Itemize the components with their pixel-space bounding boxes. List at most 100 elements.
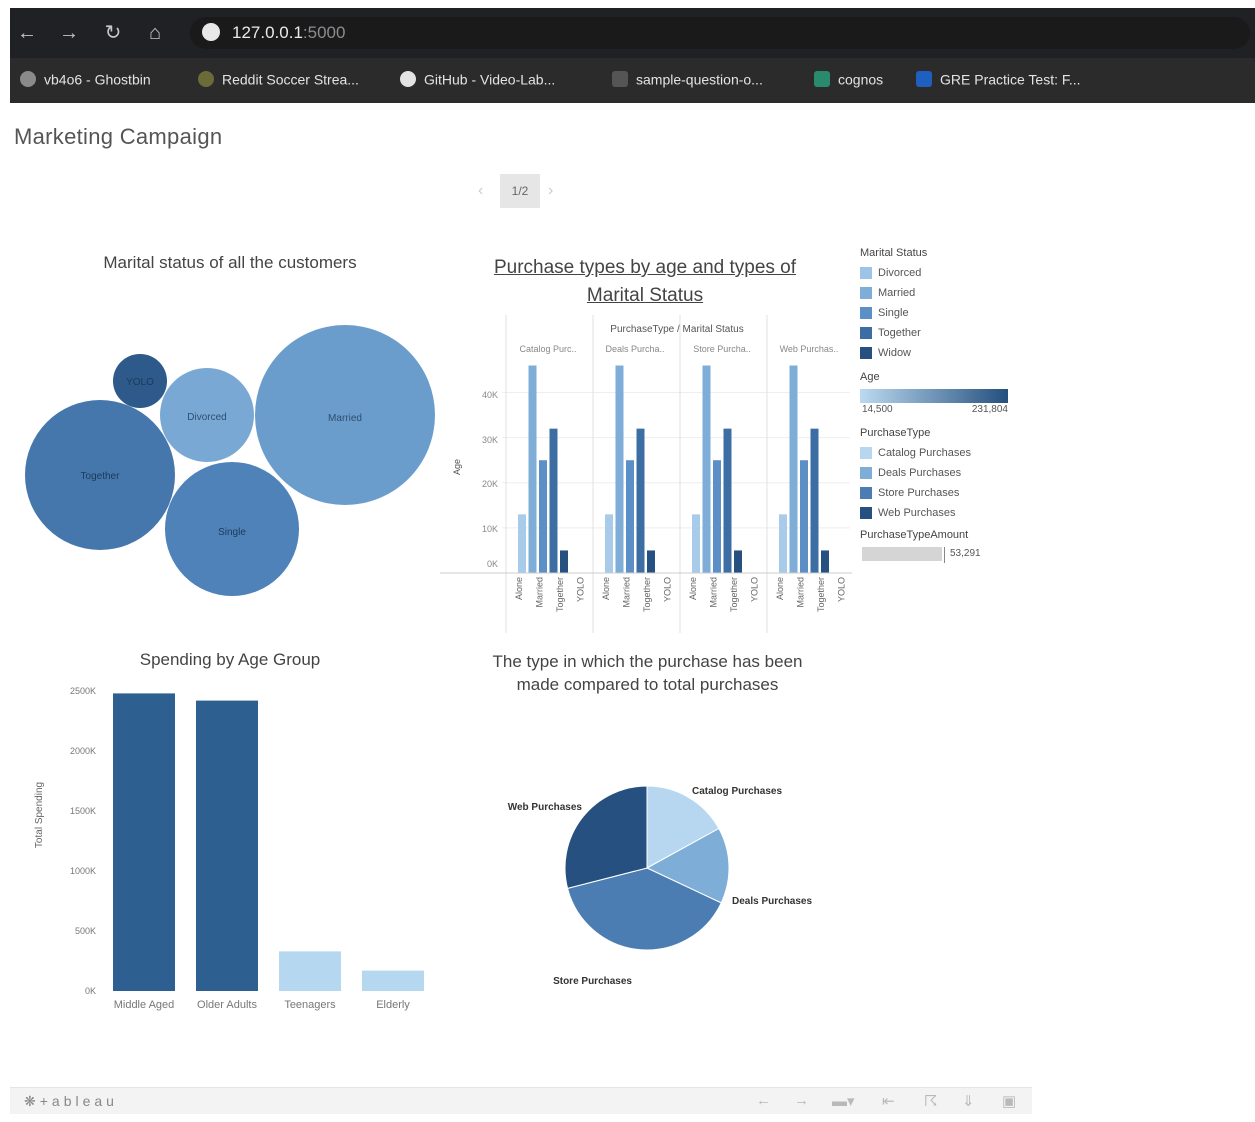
legend-marital-title: Marital Status [860, 247, 928, 259]
age-bar[interactable] [196, 700, 258, 991]
purchase-bar[interactable] [779, 514, 787, 573]
purchase-bar[interactable] [810, 428, 819, 573]
forward-arrow-icon[interactable]: → [58, 22, 80, 44]
legend-panel: Marital Status Divorced Married Single T… [860, 247, 1040, 563]
pie-slice-label: Web Purchases [508, 802, 583, 813]
page-icon [612, 71, 628, 88]
address-toolbar: ← → ↻ ⌂ 127.0.0.1:5000 [10, 8, 1255, 58]
age-bar[interactable] [362, 970, 424, 991]
purchase-bar[interactable] [549, 428, 558, 573]
purchase-pie-chart: Catalog Purchases Deals Purchases Store Pu… [508, 785, 812, 987]
bookmark-cognos[interactable]: cognos [814, 70, 883, 92]
purchase-category-label: YOLO [750, 577, 760, 602]
download-icon[interactable]: ⇓ [962, 1092, 975, 1110]
legend-swatch [860, 447, 872, 460]
age-bar[interactable] [279, 951, 341, 991]
purchase-bar[interactable] [626, 460, 634, 573]
legend-age-gradient [860, 389, 1008, 403]
legend-ptype-web[interactable]: Web Purchases [860, 503, 1040, 523]
age-ytick: 1500K [70, 806, 96, 816]
purchase-ytick-0: 0K [487, 559, 498, 569]
age-ylabel: Total Spending [34, 782, 45, 848]
legend-marital-together[interactable]: Together [860, 323, 1040, 343]
purchase-bar[interactable] [789, 365, 798, 573]
legend-ptype-store[interactable]: Store Purchases [860, 483, 1040, 503]
pie-slice-label: Store Purchases [553, 976, 632, 987]
purchase-bar[interactable] [821, 550, 829, 573]
revert-icon[interactable]: ▬▾ [832, 1092, 855, 1110]
back-arrow-icon[interactable]: ← [16, 22, 38, 44]
purchase-bar[interactable] [647, 550, 655, 573]
legend-ptype-deals[interactable]: Deals Purchases [860, 463, 1040, 483]
share-icon[interactable]: ☈ [924, 1092, 937, 1110]
legend-swatch [860, 347, 872, 360]
purchase-bar[interactable] [800, 460, 808, 573]
home-icon[interactable]: ⌂ [144, 22, 166, 44]
purchase-category-label: Alone [601, 577, 611, 600]
legend-marital-divorced[interactable]: Divorced [860, 263, 1040, 283]
undo-icon[interactable]: ← [756, 1092, 771, 1109]
purchase-bar[interactable] [605, 514, 613, 573]
purchase-bar[interactable] [528, 365, 537, 573]
dashboard-pager: ‹ 1/2 › [476, 174, 566, 210]
purchase-bar[interactable] [518, 514, 526, 573]
legend-marital-widow[interactable]: Widow [860, 343, 1040, 363]
bookmark-github[interactable]: GitHub - Video-Lab... [400, 70, 555, 92]
purchase-bar[interactable] [615, 365, 624, 573]
legend-swatch [860, 267, 872, 280]
refresh-icon[interactable]: ⇤ [882, 1092, 895, 1110]
age-ytick: 1000K [70, 866, 96, 876]
bubble-chart: YOLO Divorced Married Together Single [25, 325, 435, 596]
fullscreen-icon[interactable]: ▣ [1002, 1092, 1016, 1110]
purchase-bar[interactable] [723, 428, 732, 573]
age-bar[interactable] [113, 693, 175, 991]
page-indicator[interactable]: 1/2 [500, 174, 540, 208]
purchase-ytick-1: 10K [482, 524, 498, 534]
legend-swatch [860, 327, 872, 340]
purchase-bar[interactable] [539, 460, 547, 573]
age-ytick: 2500K [70, 686, 96, 696]
bubble-label-married: Married [328, 413, 362, 424]
legend-age-min: 14,500 [862, 404, 893, 415]
purchase-category-label: Married [796, 577, 806, 608]
purchase-category-label: Married [622, 577, 632, 608]
bookmark-gre-practice[interactable]: GRE Practice Test: F... [916, 70, 1081, 92]
site-info-icon[interactable] [202, 23, 220, 41]
purchase-category-label: YOLO [663, 577, 673, 602]
legend-swatch [860, 307, 872, 320]
purchase-bar[interactable] [734, 550, 742, 573]
purchase-bar[interactable] [713, 460, 721, 573]
age-chart-title: Spending by Age Group [139, 650, 321, 669]
redo-icon[interactable]: → [794, 1092, 809, 1109]
legend-ptype-catalog[interactable]: Catalog Purchases [860, 443, 1040, 463]
bookmark-sample-question[interactable]: sample-question-o... [612, 70, 763, 92]
reload-icon[interactable]: ↻ [102, 22, 124, 44]
legend-amount-value: 53,291 [950, 548, 981, 559]
purchase-bar[interactable] [636, 428, 645, 573]
purchase-chart-header: PurchaseType / Marital Status [610, 324, 743, 335]
tableau-logo[interactable]: ❋+ableau [24, 1093, 118, 1110]
bubble-label-yolo: YOLO [126, 377, 154, 388]
bookmark-ghostbin[interactable]: vb4o6 - Ghostbin [20, 70, 151, 92]
legend-marital-single[interactable]: Single [860, 303, 1040, 323]
bubble-label-together: Together [81, 471, 121, 482]
purchase-bar[interactable] [560, 550, 568, 573]
address-bar[interactable]: 127.0.0.1:5000 [190, 17, 1250, 49]
purchase-ytick-4: 40K [482, 390, 498, 400]
purchase-bar[interactable] [692, 514, 700, 573]
age-ytick: 500K [75, 926, 96, 936]
pie-chart-title: The type in which the purchase has been … [492, 652, 803, 694]
bubble-label-divorced: Divorced [187, 412, 226, 423]
purchase-ytick-2: 20K [482, 479, 498, 489]
next-page-icon[interactable]: › [548, 182, 553, 200]
purchase-ylabel: Age [452, 459, 462, 475]
pie-slice-label: Deals Purchases [732, 896, 812, 907]
purchase-category-label: Married [709, 577, 719, 608]
age-group-chart: Total Spending 0K 500K 1000K 1500K 2000K 2500… [34, 686, 424, 1011]
purchase-bar[interactable] [702, 365, 711, 573]
age-category-label: Middle Aged [114, 999, 175, 1011]
bookmark-reddit-soccer[interactable]: Reddit Soccer Strea... [198, 70, 359, 92]
bookmarks-bar: vb4o6 - Ghostbin Reddit Soccer Strea... … [10, 58, 1255, 103]
legend-marital-married[interactable]: Married [860, 283, 1040, 303]
prev-page-icon[interactable]: ‹ [478, 182, 483, 200]
